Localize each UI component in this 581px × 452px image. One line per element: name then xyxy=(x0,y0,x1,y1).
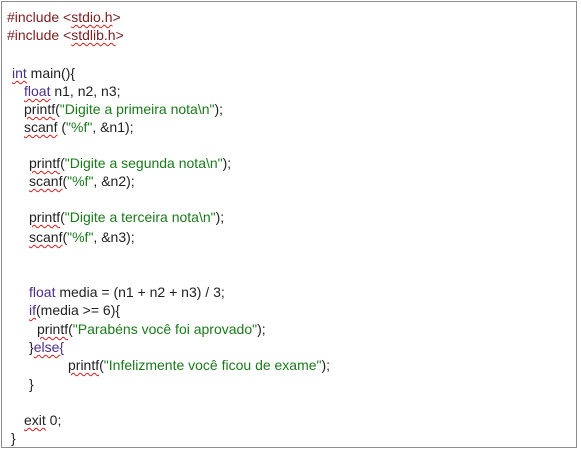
code-token: ); xyxy=(222,155,232,171)
code-token: "Digite a primeira nota\n" xyxy=(59,101,215,117)
code-token: printf xyxy=(68,357,100,373)
code-token: stdlib.h xyxy=(71,27,116,43)
code-token: "%f" xyxy=(66,119,93,135)
code-line: #include <stdlib.h> xyxy=(7,26,124,44)
code-token: > xyxy=(112,9,121,25)
code-token: printf xyxy=(29,155,61,171)
code-line: int main(){ xyxy=(12,64,75,82)
code-token: if xyxy=(29,302,36,318)
code-line: } xyxy=(29,375,34,393)
code-line: scanf("%f", &n2); xyxy=(29,172,135,190)
code-token: main(){ xyxy=(26,65,76,81)
code-line: scanf("%f", &n3); xyxy=(29,228,135,246)
code-token: scanf xyxy=(29,173,63,189)
code-token: printf xyxy=(37,321,69,337)
code-token: "Digite a terceira nota\n" xyxy=(64,209,216,225)
code-token: "Infelizmente você ficou de exame" xyxy=(103,357,322,373)
code-line: printf("Digite a segunda nota\n"); xyxy=(29,154,231,172)
code-line: } xyxy=(11,429,16,447)
code-line: printf("Digite a terceira nota\n"); xyxy=(29,208,224,226)
code-token: ); xyxy=(257,321,266,337)
code-line: float n1, n2, n3; xyxy=(24,82,121,100)
code-token: ); xyxy=(215,209,225,225)
code-token: ); xyxy=(214,101,224,117)
code-frame: #include <stdio.h> #include <stdlib.h> i… xyxy=(1,1,577,448)
code-token: exit xyxy=(24,412,46,428)
code-token: ( xyxy=(57,119,67,135)
code-token: } xyxy=(29,376,34,392)
code-token: < xyxy=(63,9,72,25)
code-token: #include xyxy=(7,27,64,43)
code-token: media = (n1 + n2 + n3) / 3; xyxy=(55,284,225,300)
code-token: #include xyxy=(7,9,64,25)
code-token: int xyxy=(12,65,27,81)
code-line: printf("Digite a primeira nota\n"); xyxy=(24,100,223,118)
code-token: , &n1); xyxy=(92,119,134,135)
code-token: , &n3); xyxy=(93,229,135,245)
code-token: "%f" xyxy=(67,229,94,245)
code-token: "Parabéns você foi aprovado" xyxy=(72,321,258,337)
code-line: }else{ xyxy=(29,338,64,356)
code-token: > xyxy=(115,27,124,43)
code-token: (media >= 6){ xyxy=(36,302,121,318)
code-line: exit 0; xyxy=(24,411,61,429)
code-token: "Digite a segunda nota\n" xyxy=(64,155,223,171)
code-token: "%f" xyxy=(67,173,94,189)
code-token: 0; xyxy=(45,412,62,428)
code-token: } xyxy=(11,430,16,446)
code-token: scanf xyxy=(24,119,58,135)
code-line: printf("Infelizmente você ficou de exame… xyxy=(68,356,330,374)
code-line: #include <stdio.h> xyxy=(7,8,121,26)
code-token: , &n2); xyxy=(93,173,135,189)
code-token: scanf xyxy=(29,229,63,245)
code-line: if(media >= 6){ xyxy=(29,301,120,319)
code-token: float xyxy=(29,284,56,300)
code-line: scanf ("%f", &n1); xyxy=(24,118,134,136)
code-token: < xyxy=(63,27,72,43)
code-token: else{ xyxy=(33,339,65,355)
code-token: float xyxy=(24,83,51,99)
code-token: n1, n2, n3; xyxy=(50,83,121,99)
code-line: printf("Parabéns você foi aprovado"); xyxy=(37,320,266,338)
code-line: float media = (n1 + n2 + n3) / 3; xyxy=(29,283,225,301)
code-token: printf xyxy=(24,101,56,117)
code-token: stdio.h xyxy=(71,9,113,25)
code-token: printf xyxy=(29,209,61,225)
code-token: ); xyxy=(321,357,331,373)
